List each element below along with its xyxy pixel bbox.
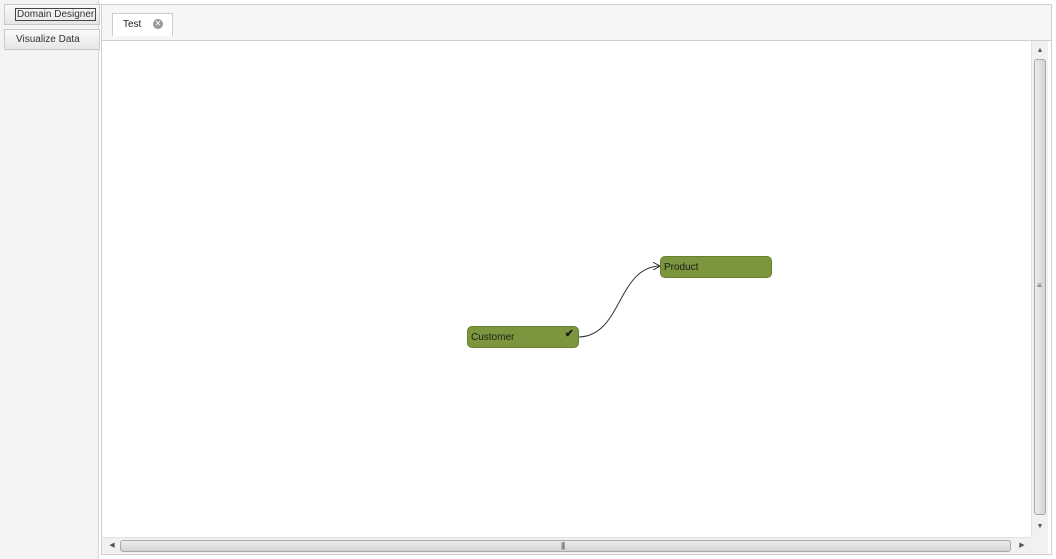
tab-test-label: Test (123, 19, 142, 30)
designer-panel: Test ✕ Customer ✔ Product ▲ ≡ ▼ ◀ ||| ▶ (101, 4, 1052, 555)
entity-node-customer[interactable]: Customer ✔ (467, 326, 579, 348)
scroll-corner (1031, 537, 1048, 554)
horizontal-scroll-thumb[interactable]: ||| (120, 540, 1011, 552)
nav-visualize-data-label: Visualize Data (16, 34, 80, 45)
node-customer-label: Customer (471, 332, 515, 343)
sidebar: Domain Designer Visualize Data (0, 0, 100, 559)
arrow-down-icon[interactable]: ▼ (1032, 519, 1048, 535)
arrow-right-icon[interactable]: ▶ (1014, 538, 1030, 554)
nav-visualize-data-button[interactable]: Visualize Data (4, 29, 100, 50)
diagram-edges (577, 41, 1031, 338)
arrow-left-icon[interactable]: ◀ (104, 538, 120, 554)
tab-bar: Test ✕ (102, 5, 1051, 41)
vertical-scrollbar[interactable]: ▲ ≡ ▼ (1031, 41, 1048, 537)
grip-icon: ||| (561, 541, 565, 550)
horizontal-scrollbar[interactable]: ◀ ||| ▶ (102, 537, 1031, 554)
diagram-canvas[interactable]: Customer ✔ Product (102, 41, 1031, 537)
vertical-scroll-thumb[interactable]: ≡ (1034, 59, 1046, 515)
arrow-up-icon[interactable]: ▲ (1032, 43, 1048, 59)
checkmark-icon: ✔ (564, 328, 574, 340)
entity-node-product[interactable]: Product (660, 256, 772, 278)
close-circle-icon[interactable]: ✕ (153, 19, 163, 29)
tab-test[interactable]: Test ✕ (112, 13, 173, 36)
edge-customer-product[interactable] (577, 266, 660, 338)
grip-icon: ≡ (1037, 281, 1042, 290)
node-product-label: Product (664, 262, 699, 273)
nav-domain-designer-label: Domain Designer (14, 8, 97, 21)
nav-domain-designer-button[interactable]: Domain Designer (4, 4, 100, 25)
